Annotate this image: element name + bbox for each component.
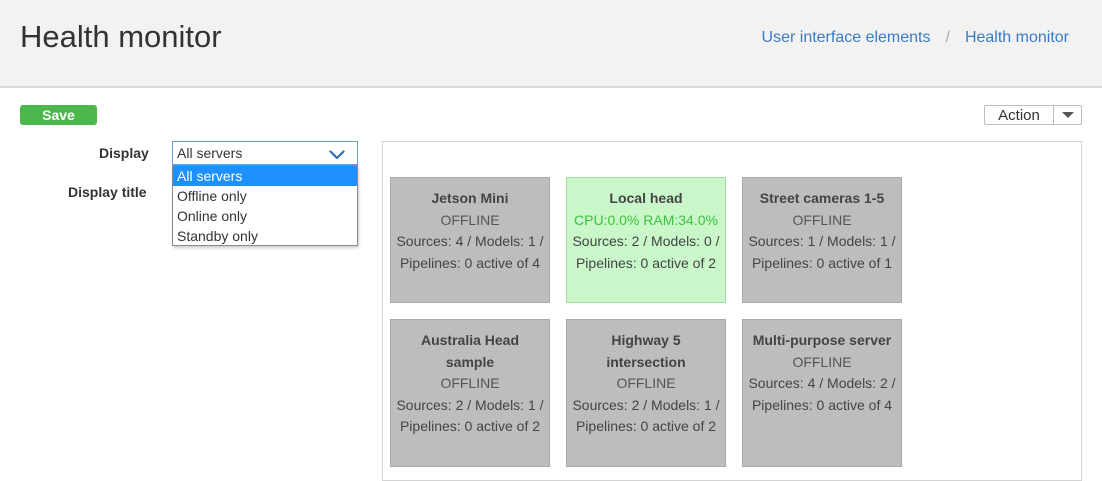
- server-name: Street cameras 1-5: [759, 190, 885, 206]
- page-header: Health monitor User interface elements /…: [0, 0, 1102, 88]
- save-button[interactable]: Save: [20, 105, 97, 125]
- server-status: OFFLINE: [440, 211, 500, 228]
- server-name: Highway 5 intersection: [606, 332, 686, 370]
- dropdown-option-all-servers[interactable]: All servers: [173, 166, 357, 186]
- display-title-label: Display title: [68, 184, 147, 200]
- server-stats: Sources: 2 / Models: 1 / Pipelines: 0 ac…: [572, 396, 720, 435]
- dropdown-option-offline-only[interactable]: Offline only: [173, 186, 357, 206]
- server-status: OFFLINE: [792, 353, 852, 370]
- dropdown-option-online-only[interactable]: Online only: [173, 206, 357, 226]
- action-button[interactable]: Action: [985, 106, 1053, 124]
- server-name: Multi-purpose server: [752, 332, 892, 348]
- server-status: OFFLINE: [440, 375, 500, 391]
- server-grid: Jetson Mini OFFLINE Sources: 4 / Models:…: [382, 141, 1082, 481]
- display-select-value: All servers: [177, 145, 243, 161]
- display-dropdown-list: All servers Offline only Online only Sta…: [172, 165, 358, 246]
- caret-down-icon: [1061, 112, 1074, 118]
- server-stats: Sources: 2 / Models: 0 / Pipelines: 0 ac…: [572, 233, 720, 271]
- action-dropdown[interactable]: Action: [984, 105, 1082, 125]
- server-card[interactable]: Jetson Mini OFFLINE Sources: 4 / Models:…: [390, 177, 550, 303]
- breadcrumb-health-monitor[interactable]: Health monitor: [965, 29, 1069, 47]
- server-name: Australia Head sample: [420, 332, 520, 370]
- server-card[interactable]: Highway 5 intersection OFFLINE Sources: …: [566, 319, 726, 467]
- server-stats: Sources: 4 / Models: 2 / Pipelines: 0 ac…: [748, 375, 896, 413]
- server-stats: Sources: 2 / Models: 1 / Pipelines: 0 ac…: [396, 396, 544, 435]
- display-label: Display: [99, 145, 149, 161]
- page-title: Health monitor: [20, 19, 222, 54]
- breadcrumb-user-interface-elements[interactable]: User interface elements: [762, 29, 931, 47]
- server-card[interactable]: Street cameras 1-5 OFFLINE Sources: 1 / …: [742, 177, 902, 303]
- display-select[interactable]: All servers: [172, 141, 358, 165]
- server-name: Jetson Mini: [431, 190, 509, 206]
- server-name: Local head: [609, 190, 683, 206]
- server-stats: Sources: 1 / Models: 1 / Pipelines: 0 ac…: [748, 233, 896, 271]
- server-card[interactable]: Australia Head sample OFFLINE Sources: 2…: [390, 319, 550, 467]
- server-status: OFFLINE: [616, 375, 676, 391]
- server-card[interactable]: Local head CPU:0.0% RAM:34.0% Sources: 2…: [566, 177, 726, 303]
- action-caret-button[interactable]: [1053, 106, 1081, 124]
- chevron-down-icon: [329, 147, 345, 163]
- server-status: OFFLINE: [792, 211, 852, 228]
- server-status: CPU:0.0% RAM:34.0%: [574, 211, 718, 228]
- breadcrumb: User interface elements / Health monitor: [762, 29, 1069, 47]
- dropdown-option-standby-only[interactable]: Standby only: [173, 226, 357, 246]
- server-card[interactable]: Multi-purpose server OFFLINE Sources: 4 …: [742, 319, 902, 467]
- server-stats: Sources: 4 / Models: 1 / Pipelines: 0 ac…: [396, 233, 544, 271]
- breadcrumb-separator: /: [945, 29, 950, 46]
